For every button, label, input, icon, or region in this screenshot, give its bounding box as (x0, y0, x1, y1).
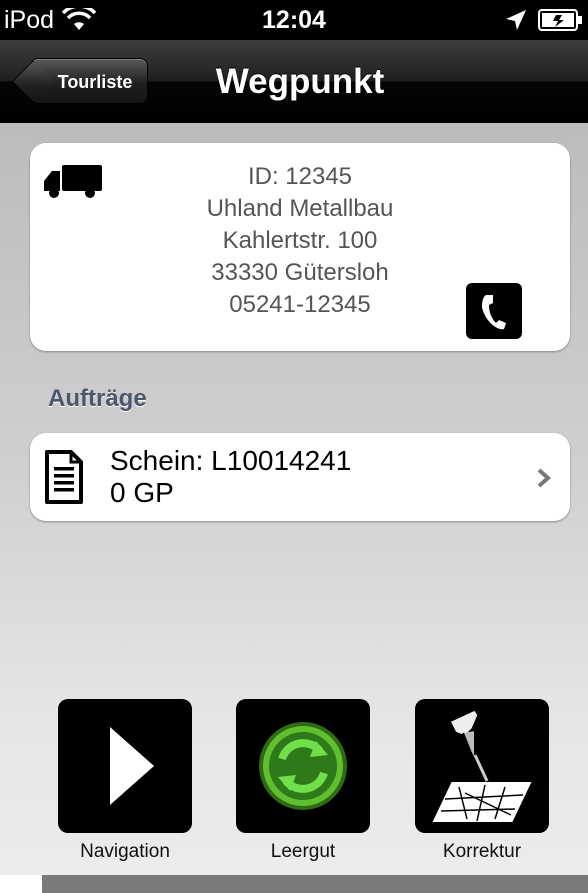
location-arrow-icon (504, 8, 528, 37)
waypoint-name: Uhland Metallbau (206, 195, 394, 222)
battery-icon (538, 9, 584, 36)
waypoint-id: ID: 12345 (247, 163, 353, 190)
navigation-bar: Tourliste Wegpunkt (0, 40, 588, 123)
bottom-bar (42, 875, 588, 893)
page-title: Wegpunkt (215, 62, 385, 101)
waypoint-card: ID: 12345 Uhland Metallbau Kahlertstr. 1… (30, 143, 570, 351)
navigation-button[interactable] (58, 699, 192, 833)
map-pin-icon (415, 707, 549, 837)
clock: 12:04 (262, 6, 326, 34)
play-icon (58, 727, 192, 837)
korrektur-label: Korrektur (442, 841, 522, 862)
order-list-item[interactable]: Schein: L10014241 0 GP (30, 433, 570, 521)
korrektur-button[interactable] (415, 699, 549, 833)
phone-icon (466, 295, 522, 343)
order-title: Schein: L10014241 (110, 445, 352, 476)
leergut-label: Leergut (270, 841, 336, 862)
status-bar: iPod 12:04 (0, 0, 588, 40)
leergut-button[interactable] (236, 699, 370, 833)
waypoint-street: Kahlertstr. 100 (222, 227, 378, 254)
call-button[interactable] (466, 283, 522, 339)
orders-section-title: Aufträge (48, 385, 147, 412)
bottom-strip (0, 875, 588, 893)
navigation-label: Navigation (80, 841, 170, 862)
document-icon (44, 449, 84, 510)
recycle-icon (236, 722, 370, 837)
main-content: ID: 12345 Uhland Metallbau Kahlertstr. 1… (0, 123, 588, 875)
order-subtitle: 0 GP (110, 477, 174, 508)
chevron-right-icon (536, 467, 552, 494)
